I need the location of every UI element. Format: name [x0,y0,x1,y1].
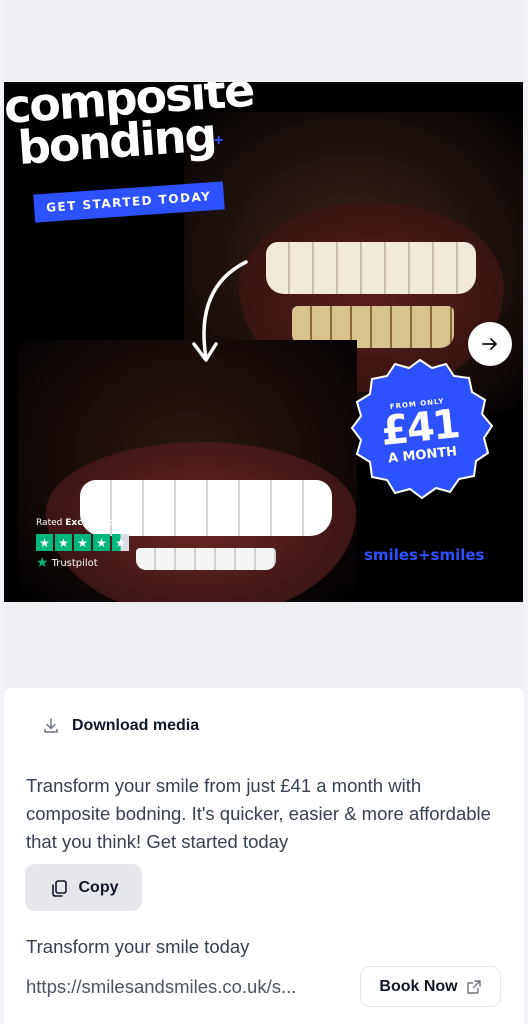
book-now-button[interactable]: Book Now [360,966,501,1007]
rating-word: Excellent [65,518,112,528]
trustpilot-label: Trustpilot [51,557,98,569]
arrow-right-icon [482,338,497,350]
book-now-label: Book Now [379,977,458,995]
half-star-icon: ★ [112,534,129,551]
trustpilot-logo: ★ Trustpilot [36,555,129,571]
carousel-next-button[interactable] [468,322,512,366]
creative-headline-line2: bonding [16,107,218,176]
trustpilot-rating: Rated Excellent ★ ★ ★ ★ ★ ★ Trustpilot [36,518,129,571]
price-text: FROM ONLY £41 A MONTH [335,348,506,513]
star-icon: ★ [93,534,110,551]
copy-button[interactable]: Copy [25,864,142,911]
copy-label: Copy [78,878,119,896]
star-icon: ★ [74,534,91,551]
download-media-button[interactable]: Download media [42,717,199,735]
before-upper-teeth [266,242,476,294]
rating-label: Rated Excellent [36,518,129,528]
download-media-label: Download media [72,717,200,734]
external-link-icon [466,979,481,994]
rating-stars: ★ ★ ★ ★ ★ [36,534,129,551]
plus-mark: + [214,132,224,149]
ad-primary-text: Transform your smile from just £41 a mon… [26,775,491,852]
download-icon [44,718,58,733]
ad-creative-image: composite bonding + GET STARTED TODAY FR… [4,82,523,602]
star-icon: ★ [55,534,72,551]
copy-icon [51,879,67,897]
brand-logo: smiles+smiles [364,546,485,564]
curved-arrow-icon [192,260,248,362]
trustpilot-star-icon: ★ [36,555,49,571]
after-lower-teeth [136,548,276,570]
rating-prefix: Rated [36,518,63,528]
ad-link-url[interactable]: https://smilesandsmiles.co.uk/s... [26,976,346,998]
star-icon: ★ [36,534,53,551]
ad-headline: Transform your smile today [26,936,250,957]
creative-headline: composite bonding [4,82,255,176]
